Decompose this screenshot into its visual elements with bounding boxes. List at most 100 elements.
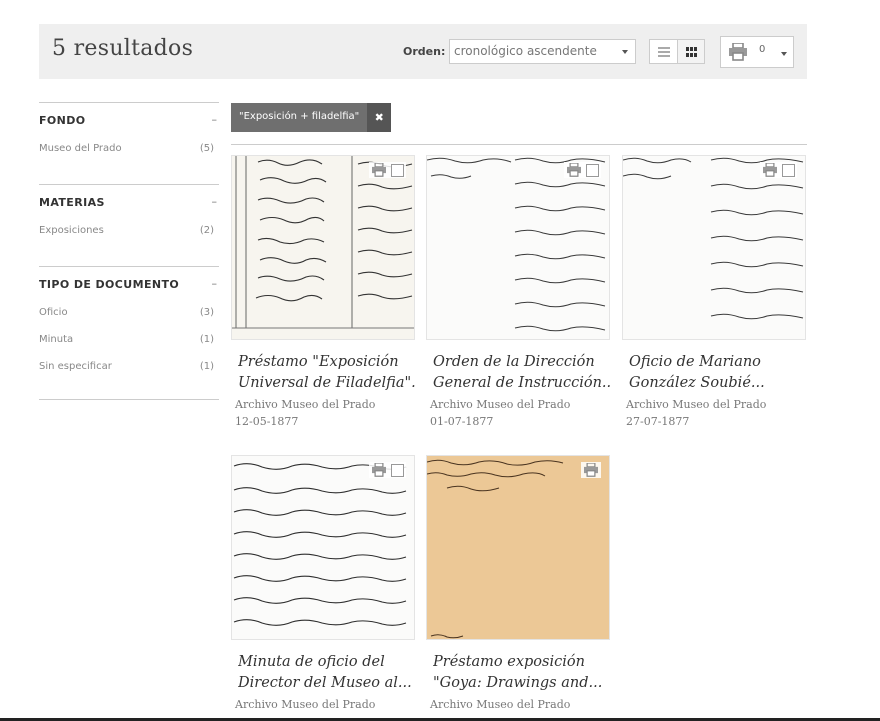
select-checkbox[interactable] xyxy=(391,163,404,177)
result-card[interactable]: Oficio de Mariano González Soubié... Arc… xyxy=(622,155,806,430)
card-source: Archivo Museo del Prado xyxy=(235,698,376,711)
manuscript-image xyxy=(233,463,407,626)
grid-icon xyxy=(685,46,697,57)
facet-title: MATERIAS xyxy=(39,196,105,209)
card-title-line: Universal de Filadelfia"... xyxy=(238,375,415,391)
facet-item[interactable]: Minuta (1) xyxy=(39,328,219,355)
facet-materias: MATERIAS – Exposiciones (2) xyxy=(39,184,219,250)
active-filter-label: "Exposición + filadelfia" xyxy=(231,103,368,132)
document-thumbnail[interactable] xyxy=(426,155,610,340)
facet-item[interactable]: Sin especificar (1) xyxy=(39,355,219,382)
card-title-line: Préstamo exposición xyxy=(433,654,585,670)
facet-item-count: (3) xyxy=(199,307,214,318)
order-select-value: cronológico ascendente xyxy=(454,44,597,58)
divider xyxy=(39,399,219,400)
manuscript-image xyxy=(623,157,804,320)
chevron-down-icon xyxy=(781,52,787,56)
result-card[interactable]: Préstamo exposición "Goya: Drawings and.… xyxy=(426,455,610,713)
card-title-line: Minuta de oficio del xyxy=(238,654,385,670)
card-actions xyxy=(581,462,601,478)
print-count: 0 xyxy=(759,44,766,55)
select-checkbox[interactable] xyxy=(782,163,795,177)
view-toggle xyxy=(649,39,705,64)
list-view-button[interactable] xyxy=(650,40,677,63)
card-title[interactable]: Préstamo exposición "Goya: Drawings and.… xyxy=(426,652,610,694)
card-actions xyxy=(564,162,601,178)
facet-item[interactable]: Museo del Prado (5) xyxy=(39,137,219,168)
facet-item-label: Museo del Prado xyxy=(39,143,122,154)
facet-item-label: Sin especificar xyxy=(39,361,112,372)
facet-title: TIPO DE DOCUMENTO xyxy=(39,278,180,291)
facet-tipo-documento: TIPO DE DOCUMENTO – Oficio (3) Minuta (1… xyxy=(39,266,219,382)
facet-item-count: (2) xyxy=(199,225,214,236)
document-thumbnail[interactable] xyxy=(622,155,806,340)
facet-item-count: (1) xyxy=(199,334,214,345)
card-title[interactable]: Minuta de oficio del Director del Museo … xyxy=(231,652,415,694)
card-actions xyxy=(760,162,797,178)
facet-item-label: Exposiciones xyxy=(39,225,104,236)
manuscript-image xyxy=(232,156,414,329)
facet-item-count: (5) xyxy=(199,143,214,154)
select-checkbox[interactable] xyxy=(391,463,404,477)
facet-title: FONDO xyxy=(39,114,86,127)
grid-view-button[interactable] xyxy=(677,40,704,63)
facet-header[interactable]: MATERIAS – xyxy=(39,185,219,219)
card-actions xyxy=(369,162,406,178)
facet-header[interactable]: TIPO DE DOCUMENTO – xyxy=(39,267,219,301)
document-thumbnail[interactable] xyxy=(231,155,415,340)
card-title-line: Orden de la Dirección xyxy=(433,354,595,370)
printer-icon[interactable] xyxy=(583,463,599,477)
card-title-line: General de Instrucción... xyxy=(433,375,610,391)
document-thumbnail[interactable] xyxy=(231,455,415,640)
facet-sidebar: FONDO – Museo del Prado (5) MATERIAS – E… xyxy=(39,102,219,400)
printer-icon[interactable] xyxy=(371,463,387,477)
result-card[interactable]: Minuta de oficio del Director del Museo … xyxy=(231,455,415,713)
card-date: 27-07-1877 xyxy=(626,415,690,428)
printer-icon[interactable] xyxy=(566,163,582,177)
printer-icon[interactable] xyxy=(371,163,387,177)
facet-item[interactable]: Oficio (3) xyxy=(39,301,219,328)
facet-fondo: FONDO – Museo del Prado (5) xyxy=(39,102,219,168)
card-source: Archivo Museo del Prado xyxy=(235,398,376,411)
card-title-line: González Soubié... xyxy=(629,375,765,391)
card-date: 12-05-1877 xyxy=(235,415,299,428)
order-label: Orden: xyxy=(403,45,446,58)
list-icon xyxy=(657,46,670,57)
facet-header[interactable]: FONDO – xyxy=(39,103,219,137)
card-title-line: "Goya: Drawings and... xyxy=(433,675,603,691)
collapse-icon[interactable]: – xyxy=(212,195,218,208)
active-filter-tag: "Exposición + filadelfia" ✖ xyxy=(231,103,392,132)
order-select[interactable]: cronológico ascendente xyxy=(449,39,636,64)
card-source: Archivo Museo del Prado xyxy=(430,398,571,411)
facet-item-label: Oficio xyxy=(39,307,68,318)
card-title-line: Director del Museo al... xyxy=(238,675,412,691)
divider xyxy=(231,144,807,145)
card-title[interactable]: Orden de la Dirección General de Instruc… xyxy=(426,352,610,394)
document-thumbnail[interactable] xyxy=(426,455,610,640)
facet-item[interactable]: Exposiciones (2) xyxy=(39,219,219,250)
result-card[interactable]: Préstamo "Exposición Universal de Filade… xyxy=(231,155,415,430)
chevron-down-icon xyxy=(622,50,628,54)
result-card[interactable]: Orden de la Dirección General de Instruc… xyxy=(426,155,610,430)
printer-icon[interactable] xyxy=(762,163,778,177)
card-title[interactable]: Préstamo "Exposición Universal de Filade… xyxy=(231,352,415,394)
collapse-icon[interactable]: – xyxy=(212,277,218,290)
facet-item-label: Minuta xyxy=(39,334,74,345)
card-title-line: Oficio de Mariano xyxy=(629,354,761,370)
results-count-title: 5 resultados xyxy=(52,36,194,61)
select-checkbox[interactable] xyxy=(586,163,599,177)
printer-icon xyxy=(729,43,747,61)
manuscript-image xyxy=(427,157,606,332)
card-source: Archivo Museo del Prado xyxy=(626,398,767,411)
facet-item-count: (1) xyxy=(199,361,214,372)
card-title[interactable]: Oficio de Mariano González Soubié... xyxy=(622,352,806,394)
card-date: 01-07-1877 xyxy=(430,415,494,428)
collapse-icon[interactable]: – xyxy=(212,113,218,126)
manuscript-image xyxy=(427,459,564,639)
print-selection-button[interactable]: 0 xyxy=(720,36,794,68)
remove-filter-button[interactable]: ✖ xyxy=(367,103,392,132)
card-title-line: Préstamo "Exposición xyxy=(238,354,399,370)
card-actions xyxy=(369,462,406,478)
results-toolbar: 5 resultados Orden: cronológico ascenden… xyxy=(39,24,807,79)
card-source: Archivo Museo del Prado xyxy=(430,698,571,711)
